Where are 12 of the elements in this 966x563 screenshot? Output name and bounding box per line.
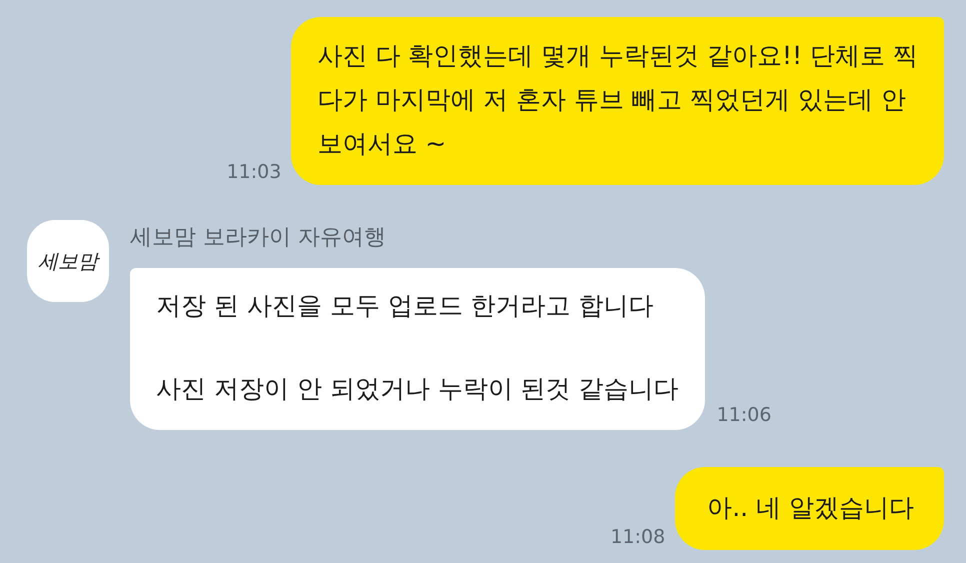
message-text: 저장 된 사진을 모두 업로드 한거라고 합니다 (156, 290, 655, 322)
avatar[interactable]: 세보맘 (27, 220, 109, 302)
message-text: 사진 저장이 안 되었거나 누락이 된것 같습니다 (156, 373, 679, 405)
sender-name: 세보맘 보라카이 자유여행 (130, 224, 387, 252)
message-text: 다가 마지막에 저 혼자 튜브 빼고 찍었던게 있는데 안 (317, 84, 907, 116)
timestamp: 11:06 (716, 404, 772, 428)
avatar-logo: 세보맘 (38, 248, 98, 274)
message-text: 아.. 네 알겠습니다 (707, 492, 914, 524)
timestamp: 11:08 (610, 526, 666, 550)
timestamp: 11:03 (226, 161, 282, 185)
message-text: 사진 다 확인했는데 몇개 누락된것 같아요!! 단체로 찍 (317, 40, 918, 72)
message-text: 보여서요 ~ (317, 128, 448, 160)
